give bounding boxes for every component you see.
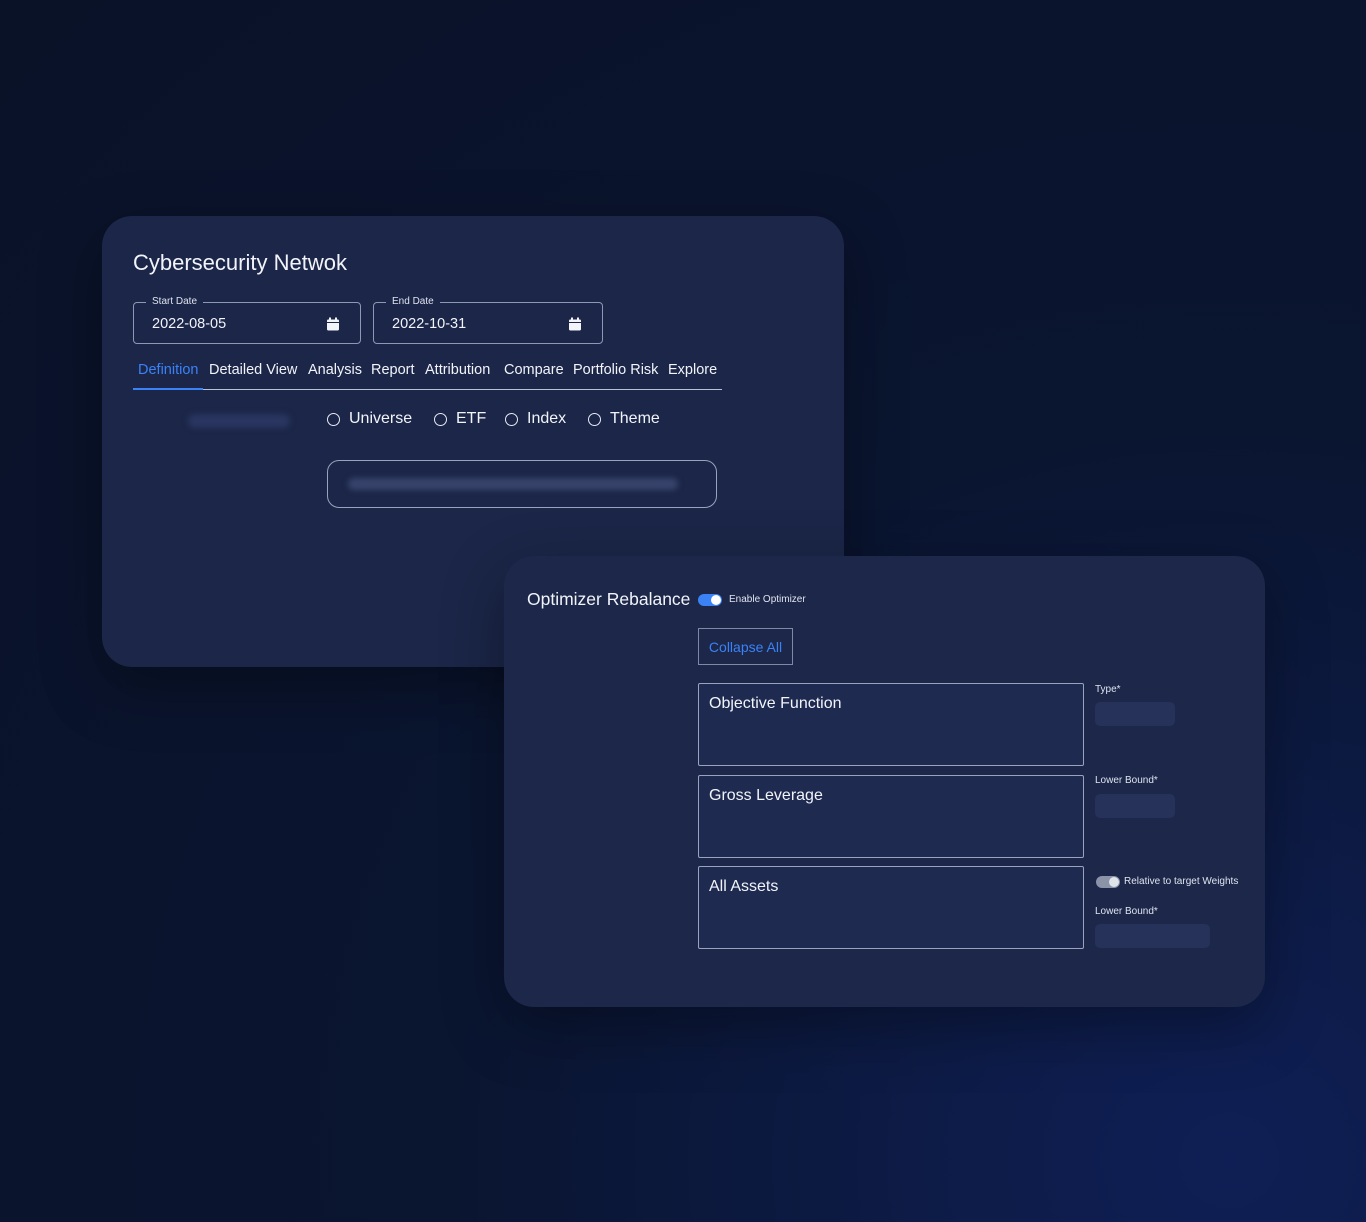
radio-theme-label: Theme	[610, 410, 660, 427]
enable-optimizer-toggle[interactable]	[698, 594, 722, 606]
toggle-knob	[1109, 877, 1119, 887]
active-tab-indicator	[133, 388, 203, 390]
tab-bar: Definition Detailed View Analysis Report…	[133, 360, 722, 390]
optimizer-title: Optimizer Rebalance	[527, 589, 691, 609]
tab-attribution[interactable]: Attribution	[425, 362, 490, 378]
radio-circle-icon[interactable]	[434, 412, 447, 426]
radio-universe[interactable]: Universe	[327, 410, 412, 428]
tab-analysis[interactable]: Analysis	[308, 362, 362, 378]
lower-bound-input-2[interactable]	[1095, 924, 1210, 948]
gross-leverage-section[interactable]: Gross Leverage	[698, 775, 1084, 858]
tab-compare[interactable]: Compare	[504, 362, 564, 378]
relative-weights-label: Relative to target Weights	[1124, 876, 1239, 887]
page-title: Cybersecurity Netwok	[133, 250, 347, 275]
search-input[interactable]	[327, 460, 717, 508]
objective-function-section[interactable]: Objective Function	[698, 683, 1084, 766]
tab-definition[interactable]: Definition	[138, 362, 198, 378]
lower-bound-label-2: Lower Bound*	[1095, 906, 1158, 917]
start-date-value: 2022-08-05	[152, 316, 227, 332]
end-date-value: 2022-10-31	[392, 316, 467, 332]
radio-index-label: Index	[527, 410, 567, 427]
blurred-field-label	[188, 414, 290, 428]
section-label: Objective Function	[709, 695, 842, 712]
calendar-icon[interactable]	[326, 317, 340, 331]
tab-explore[interactable]: Explore	[668, 362, 717, 378]
start-date-field[interactable]: Start Date 2022-08-05	[133, 296, 361, 344]
relative-weights-toggle[interactable]	[1096, 876, 1120, 888]
radio-circle-icon[interactable]	[588, 412, 601, 426]
tab-portfolio-risk[interactable]: Portfolio Risk	[573, 362, 658, 378]
radio-etf[interactable]: ETF	[434, 410, 486, 428]
start-date-label: Start Date	[146, 296, 204, 308]
collapse-all-button[interactable]: Collapse All	[698, 628, 793, 665]
radio-etf-label: ETF	[456, 410, 487, 427]
all-assets-section[interactable]: All Assets	[698, 866, 1084, 949]
radio-universe-label: Universe	[349, 410, 413, 427]
section-label: Gross Leverage	[709, 787, 823, 804]
tab-report[interactable]: Report	[371, 362, 415, 378]
lower-bound-label: Lower Bound*	[1095, 775, 1158, 786]
type-label: Type*	[1095, 684, 1121, 695]
type-select[interactable]	[1095, 702, 1175, 726]
radio-circle-icon[interactable]	[327, 412, 340, 426]
calendar-icon[interactable]	[568, 317, 582, 331]
tab-detailed-view[interactable]: Detailed View	[209, 362, 297, 378]
end-date-label: End Date	[386, 296, 440, 308]
blurred-placeholder	[348, 478, 678, 490]
toggle-knob	[711, 595, 721, 605]
radio-index[interactable]: Index	[505, 410, 566, 428]
end-date-field[interactable]: End Date 2022-10-31	[373, 296, 603, 344]
radio-theme[interactable]: Theme	[588, 410, 660, 428]
enable-optimizer-label: Enable Optimizer	[729, 594, 806, 605]
lower-bound-input[interactable]	[1095, 794, 1175, 818]
radio-circle-icon[interactable]	[505, 412, 518, 426]
optimizer-card: Optimizer Rebalance Enable Optimizer Col…	[504, 556, 1265, 1007]
section-label: All Assets	[709, 878, 779, 895]
